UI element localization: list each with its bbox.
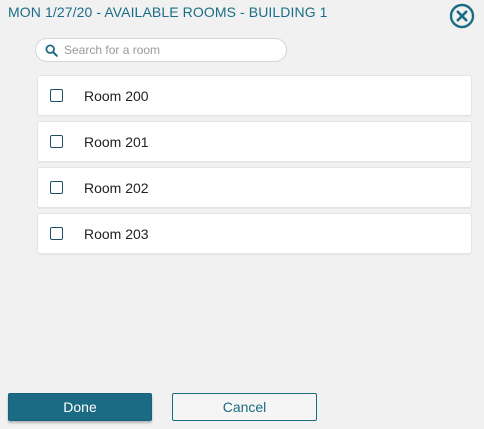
- room-list-item[interactable]: Room 202: [37, 167, 472, 208]
- room-checkbox[interactable]: [50, 227, 63, 240]
- room-list-item[interactable]: Room 203: [37, 213, 472, 254]
- close-circle-icon: [449, 3, 475, 29]
- done-button[interactable]: Done: [8, 393, 152, 421]
- room-label: Room 203: [84, 225, 149, 242]
- room-list: Room 200 Room 201 Room 202 Room 203: [37, 75, 472, 259]
- room-checkbox[interactable]: [50, 135, 63, 148]
- search-input[interactable]: [64, 43, 274, 57]
- room-checkbox[interactable]: [50, 89, 63, 102]
- close-button[interactable]: [449, 3, 475, 29]
- room-checkbox[interactable]: [50, 181, 63, 194]
- room-label: Room 202: [84, 179, 149, 196]
- dialog-title: MON 1/27/20 - AVAILABLE ROOMS - BUILDING…: [8, 4, 328, 20]
- room-label: Room 201: [84, 133, 149, 150]
- search-box: [35, 38, 287, 62]
- room-list-item[interactable]: Room 201: [37, 121, 472, 162]
- room-label: Room 200: [84, 87, 149, 104]
- search-icon: [44, 43, 58, 57]
- cancel-button[interactable]: Cancel: [172, 393, 317, 421]
- room-list-item[interactable]: Room 200: [37, 75, 472, 116]
